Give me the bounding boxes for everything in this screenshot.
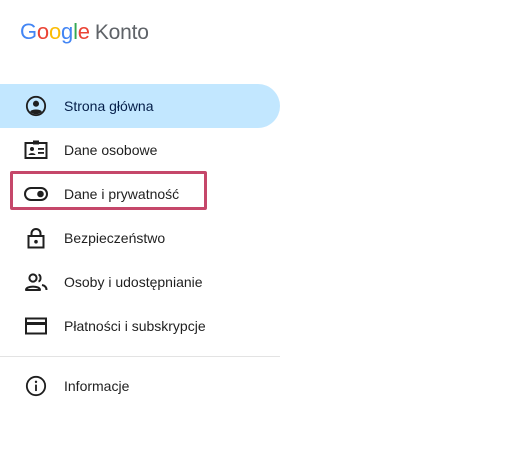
info-icon	[24, 374, 48, 398]
logo-letter: o	[36, 19, 49, 44]
logo-letter: G	[20, 19, 37, 44]
people-icon	[24, 270, 48, 294]
nav-item-label: Informacje	[64, 378, 130, 394]
nav-item-security[interactable]: Bezpieczeństwo	[0, 216, 280, 260]
nav-item-label: Strona główna	[64, 98, 154, 114]
logo-letter: o	[48, 19, 62, 44]
product-name: Konto	[94, 21, 149, 44]
account-circle-icon	[24, 94, 48, 118]
credit-card-icon	[24, 314, 48, 338]
nav-divider	[0, 356, 280, 357]
nav-item-data-privacy[interactable]: Dane i prywatność	[0, 172, 280, 216]
sidebar-nav: Strona główna Dane osobowe Dane i prywat…	[0, 84, 280, 348]
logo-letter: e	[77, 19, 90, 44]
nav-item-personal-info[interactable]: Dane osobowe	[0, 128, 280, 172]
toggle-icon	[24, 182, 48, 206]
nav-item-payments[interactable]: Płatności i subskrypcje	[0, 304, 280, 348]
logo-letter: g	[61, 19, 74, 44]
nav-item-label: Dane i prywatność	[64, 186, 180, 202]
nav-item-label: Osoby i udostępnianie	[64, 274, 203, 290]
nav-item-label: Dane osobowe	[64, 142, 158, 158]
nav-item-people-sharing[interactable]: Osoby i udostępnianie	[0, 260, 280, 304]
nav-item-label: Bezpieczeństwo	[64, 230, 166, 246]
nav-item-home[interactable]: Strona główna	[0, 84, 280, 128]
google-account-logo[interactable]: Google Konto	[20, 19, 149, 45]
google-wordmark: Google	[20, 19, 90, 45]
id-card-icon	[24, 138, 48, 162]
nav-item-about[interactable]: Informacje	[0, 364, 280, 408]
lock-icon	[24, 226, 48, 250]
nav-item-label: Płatności i subskrypcje	[64, 318, 206, 334]
